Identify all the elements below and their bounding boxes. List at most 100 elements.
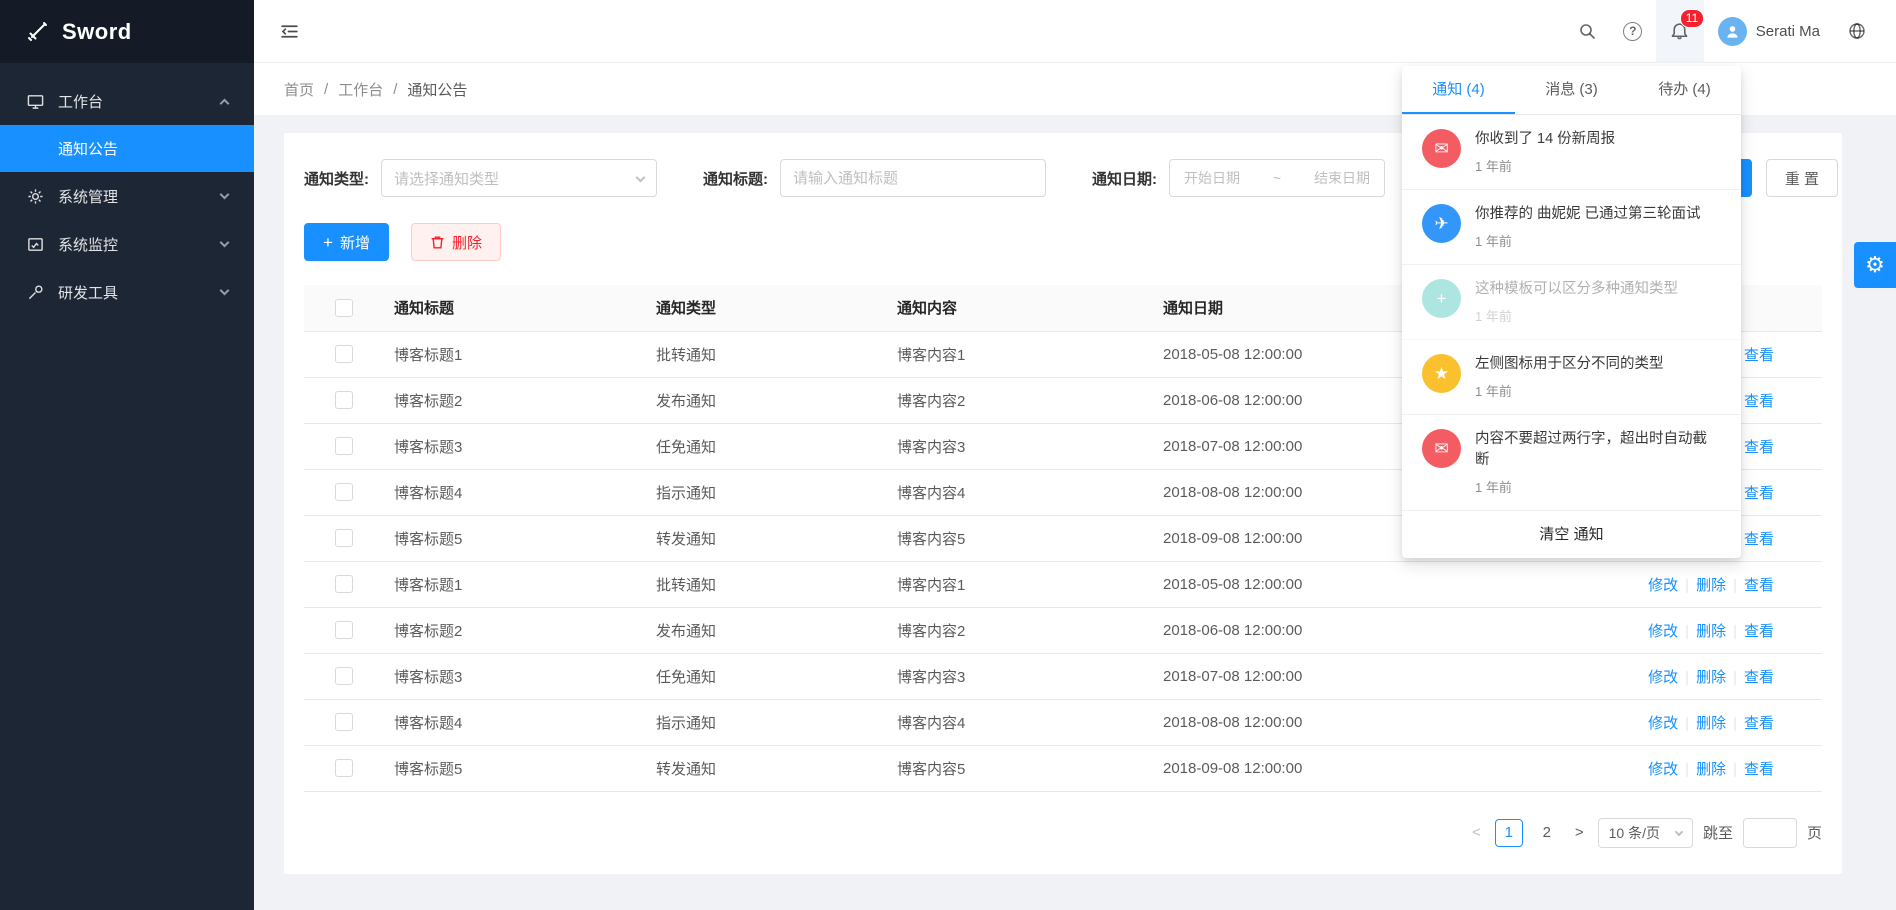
- sidebar-item-workbench[interactable]: 工作台: [0, 77, 254, 125]
- row-checkbox[interactable]: [335, 667, 353, 685]
- search-icon[interactable]: [1564, 0, 1610, 62]
- delete-link[interactable]: 删除: [1696, 715, 1726, 732]
- notification-item[interactable]: ✈ 你推荐的 曲妮妮 已通过第三轮面试 1 年前: [1402, 190, 1741, 265]
- edit-link[interactable]: 修改: [1648, 577, 1678, 594]
- row-checkbox[interactable]: [335, 437, 353, 455]
- language-globe-icon[interactable]: [1834, 0, 1880, 62]
- edit-link[interactable]: 修改: [1648, 715, 1678, 732]
- edit-link[interactable]: 修改: [1648, 761, 1678, 778]
- cell-type: 转发通知: [646, 745, 887, 791]
- view-link[interactable]: 查看: [1744, 761, 1774, 778]
- page-unit-label: 页: [1807, 822, 1822, 843]
- edit-link[interactable]: 修改: [1648, 623, 1678, 640]
- notification-item[interactable]: ✉ 内容不要超过两行字，超出时自动截断 1 年前: [1402, 415, 1741, 511]
- sidebar-item-notice[interactable]: 通知公告: [0, 125, 254, 172]
- select-all-checkbox[interactable]: [335, 299, 353, 317]
- row-checkbox[interactable]: [335, 529, 353, 547]
- cell-title: 博客标题3: [384, 423, 646, 469]
- view-link[interactable]: 查看: [1744, 439, 1774, 456]
- cell-type: 任免通知: [646, 423, 887, 469]
- view-link[interactable]: 查看: [1744, 715, 1774, 732]
- cell-type: 发布通知: [646, 377, 887, 423]
- delete-link[interactable]: 删除: [1696, 669, 1726, 686]
- page-size-select[interactable]: 10 条/页: [1598, 818, 1693, 848]
- clear-notifications-button[interactable]: 清空 通知: [1402, 511, 1741, 558]
- delete-link[interactable]: 删除: [1696, 623, 1726, 640]
- jump-label: 跳至: [1703, 822, 1733, 843]
- cell-content: 博客内容4: [887, 469, 1153, 515]
- cell-date: 2018-07-08 12:00:00: [1153, 653, 1573, 699]
- cell-type: 转发通知: [646, 515, 887, 561]
- chevron-down-icon: [1675, 827, 1683, 835]
- breadcrumb-workbench[interactable]: 工作台: [338, 79, 383, 100]
- cell-type: 任免通知: [646, 653, 887, 699]
- notice-title-input[interactable]: [780, 159, 1046, 197]
- cell-content: 博客内容1: [887, 561, 1153, 607]
- tab-notifications[interactable]: 通知 (4): [1402, 66, 1515, 114]
- delete-link[interactable]: 删除: [1696, 577, 1726, 594]
- trash-icon: [430, 235, 445, 250]
- row-checkbox[interactable]: [335, 391, 353, 409]
- delete-link[interactable]: 删除: [1696, 761, 1726, 778]
- table-row: 博客标题5 转发通知 博客内容5 2018-09-08 12:00:00 修改|…: [304, 745, 1822, 791]
- sidebar-item-system-monitor[interactable]: 系统监控: [0, 220, 254, 268]
- notification-item[interactable]: ✉ 你收到了 14 份新周报 1 年前: [1402, 115, 1741, 190]
- sidebar-item-dev-tools[interactable]: 研发工具: [0, 268, 254, 316]
- sidebar: Sword 工作台 通知公告 系统管理 系统监控: [0, 0, 254, 910]
- row-checkbox[interactable]: [335, 713, 353, 731]
- pagination: < 1 2 > 10 条/页 跳至 页: [304, 818, 1822, 848]
- add-button[interactable]: + 新增: [304, 223, 389, 261]
- row-checkbox[interactable]: [335, 345, 353, 363]
- notification-list: ✉ 你收到了 14 份新周报 1 年前 ✈ 你推荐的 曲妮妮 已通过第三轮面试 …: [1402, 115, 1741, 511]
- next-page-button[interactable]: >: [1571, 824, 1588, 841]
- cell-date: 2018-09-08 12:00:00: [1153, 745, 1573, 791]
- view-link[interactable]: 查看: [1744, 485, 1774, 502]
- notice-type-select[interactable]: 请选择通知类型: [381, 159, 657, 197]
- column-content: 通知内容: [887, 285, 1153, 331]
- star-icon: ★: [1422, 354, 1461, 393]
- view-link[interactable]: 查看: [1744, 623, 1774, 640]
- prev-page-button[interactable]: <: [1468, 824, 1485, 841]
- sidebar-item-system-management[interactable]: 系统管理: [0, 172, 254, 220]
- cell-date: 2018-06-08 12:00:00: [1153, 607, 1573, 653]
- cell-content: 博客内容3: [887, 653, 1153, 699]
- view-link[interactable]: 查看: [1744, 393, 1774, 410]
- notification-tabs: 通知 (4) 消息 (3) 待办 (4): [1402, 66, 1741, 115]
- notice-date-range-picker[interactable]: 开始日期 ~ 结束日期: [1169, 159, 1385, 197]
- view-link[interactable]: 查看: [1744, 347, 1774, 364]
- row-checkbox[interactable]: [335, 483, 353, 501]
- help-icon[interactable]: ?: [1610, 0, 1656, 62]
- mail-icon: ✉: [1422, 429, 1461, 468]
- settings-gear-button[interactable]: ⚙: [1854, 242, 1896, 288]
- topbar-actions: ? 11 Serati Ma: [1564, 0, 1896, 62]
- view-link[interactable]: 查看: [1744, 669, 1774, 686]
- reset-button[interactable]: 重 置: [1766, 159, 1838, 197]
- page-button-2[interactable]: 2: [1533, 819, 1561, 847]
- tab-messages[interactable]: 消息 (3): [1515, 66, 1628, 114]
- paper-plane-icon: ✈: [1422, 204, 1461, 243]
- row-checkbox[interactable]: [335, 621, 353, 639]
- delete-button[interactable]: 删除: [411, 223, 501, 261]
- chevron-down-icon: [220, 285, 230, 295]
- table-row: 博客标题2 发布通知 博客内容2 2018-06-08 12:00:00 修改|…: [304, 607, 1822, 653]
- edit-link[interactable]: 修改: [1648, 669, 1678, 686]
- tab-todos[interactable]: 待办 (4): [1628, 66, 1741, 114]
- page-button-1[interactable]: 1: [1495, 819, 1523, 847]
- cell-content: 博客内容1: [887, 331, 1153, 377]
- logo[interactable]: Sword: [0, 0, 254, 63]
- mail-icon: ✉: [1422, 129, 1461, 168]
- cell-type: 批转通知: [646, 561, 887, 607]
- view-link[interactable]: 查看: [1744, 531, 1774, 548]
- user-menu[interactable]: Serati Ma: [1704, 0, 1834, 62]
- cell-title: 博客标题5: [384, 515, 646, 561]
- breadcrumb-home[interactable]: 首页: [284, 79, 314, 100]
- view-link[interactable]: 查看: [1744, 577, 1774, 594]
- collapse-trigger-icon[interactable]: [254, 0, 325, 62]
- sidebar-item-label: 系统管理: [58, 186, 207, 207]
- notification-item[interactable]: ★ 左侧图标用于区分不同的类型 1 年前: [1402, 340, 1741, 415]
- row-checkbox[interactable]: [335, 759, 353, 777]
- row-checkbox[interactable]: [335, 575, 353, 593]
- notifications-button[interactable]: 11: [1656, 0, 1704, 62]
- notification-item[interactable]: + 这种模板可以区分多种通知类型 1 年前: [1402, 265, 1741, 340]
- jump-page-input[interactable]: [1743, 818, 1797, 848]
